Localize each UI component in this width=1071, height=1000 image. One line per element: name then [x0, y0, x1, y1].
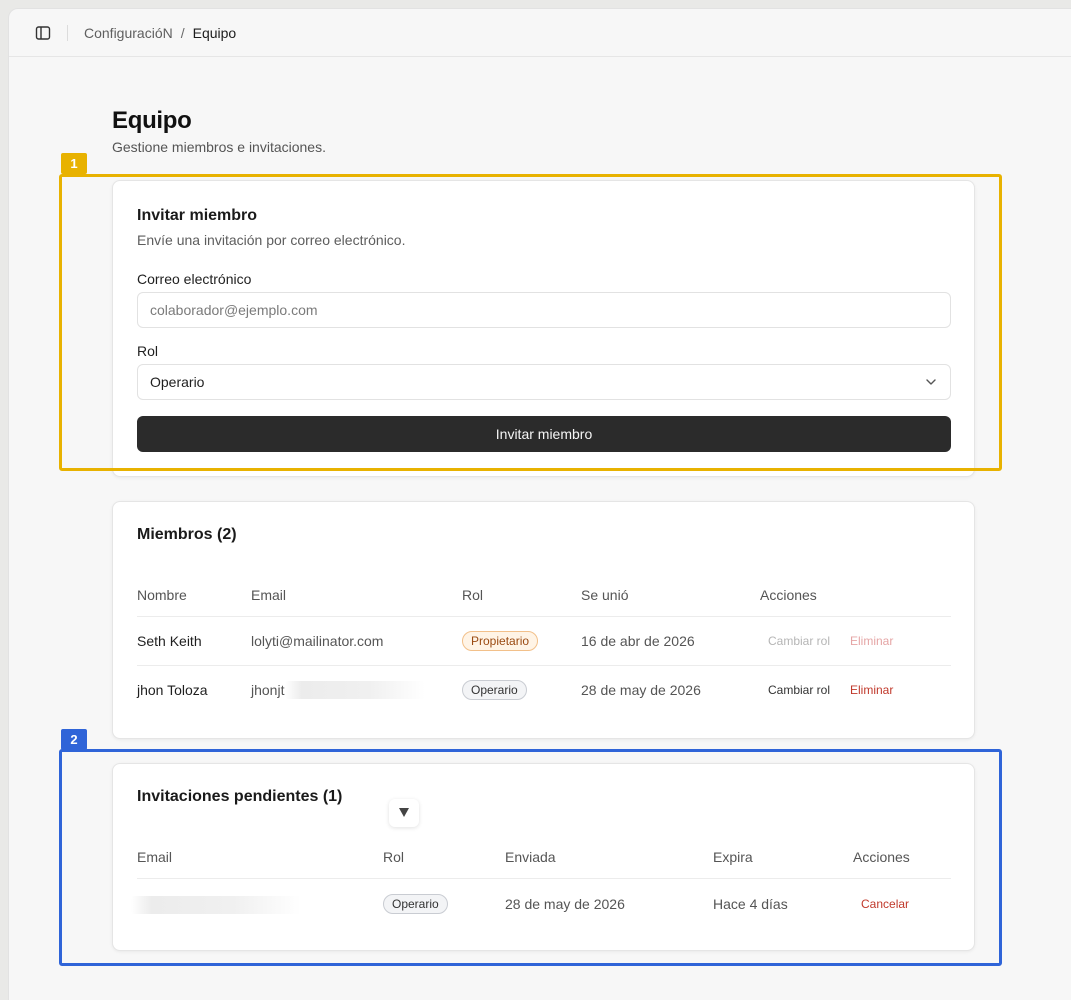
remove-member-button[interactable]: Eliminar	[850, 634, 893, 648]
member-name: Seth Keith	[137, 633, 202, 649]
role-select[interactable]: Operario	[137, 364, 951, 400]
page-subtitle: Gestione miembros e invitaciones.	[112, 139, 326, 155]
redacted-email	[131, 896, 301, 914]
breadcrumb-current: Equipo	[192, 24, 237, 41]
divider	[137, 878, 951, 879]
divider	[137, 616, 951, 617]
breadcrumb-separator: /	[180, 24, 185, 41]
cursor-icon	[389, 799, 419, 827]
divider	[67, 24, 68, 41]
members-card: Miembros (2) Nombre Email Rol Se unió Ac…	[112, 501, 975, 739]
member-email: jhonjt	[251, 682, 285, 698]
column-header-email: Email	[137, 849, 173, 865]
invite-subtitle: Envíe una invitación por correo electrón…	[137, 232, 406, 248]
top-bar: ConfiguracióN / Equipo	[9, 9, 1071, 57]
invite-title: Invitar miembro	[137, 207, 258, 224]
column-header-sent: Enviada	[505, 849, 556, 865]
pending-invitations-card: Invitaciones pendientes (1) Email Rol En…	[112, 763, 975, 951]
annotation-label-2: 2	[61, 729, 87, 750]
role-select-value: Operario	[150, 374, 205, 390]
invite-member-button[interactable]: Invitar miembro	[137, 416, 951, 452]
column-header-role: Rol	[462, 587, 484, 603]
chevron-down-icon	[926, 379, 936, 385]
annotation-label-1: 1	[61, 153, 87, 174]
email-field[interactable]	[137, 292, 951, 328]
column-header-joined: Se unió	[581, 587, 629, 603]
column-header-name: Nombre	[137, 587, 187, 603]
page-title: Equipo	[112, 107, 192, 134]
breadcrumb: ConfiguracióN / Equipo	[84, 25, 236, 41]
role-badge: Operario	[462, 680, 527, 700]
role-badge: Propietario	[462, 631, 539, 651]
change-role-button[interactable]: Cambiar rol	[768, 683, 830, 697]
breadcrumb-parent[interactable]: ConfiguracióN	[84, 25, 173, 41]
sidebar-toggle-icon[interactable]	[33, 23, 53, 43]
remove-member-button[interactable]: Eliminar	[850, 683, 893, 697]
member-email: lolyti@mailinator.com	[251, 633, 384, 649]
invite-card: Invitar miembro Envíe una invitación por…	[112, 180, 975, 477]
member-joined: 16 de abr de 2026	[581, 633, 695, 649]
role-label: Rol	[137, 343, 159, 359]
invitation-expires: Hace 4 días	[713, 896, 788, 912]
invitations-title: Invitaciones pendientes (1)	[137, 788, 343, 805]
role-badge: Operario	[383, 894, 448, 914]
app-window: ConfiguracióN / Equipo Equipo Gestione m…	[8, 8, 1071, 1000]
redacted-overlay	[285, 681, 425, 699]
cancel-invitation-button[interactable]: Cancelar	[861, 897, 909, 911]
member-joined: 28 de may de 2026	[581, 682, 701, 698]
column-header-email: Email	[251, 587, 287, 603]
invitation-sent: 28 de may de 2026	[505, 896, 625, 912]
change-role-button[interactable]: Cambiar rol	[768, 634, 830, 648]
email-label: Correo electrónico	[137, 271, 252, 287]
column-header-actions: Acciones	[853, 849, 910, 865]
column-header-role: Rol	[383, 849, 405, 865]
column-header-actions: Acciones	[760, 587, 817, 603]
members-title: Miembros (2)	[137, 526, 237, 543]
divider	[137, 665, 951, 666]
column-header-expires: Expira	[713, 849, 753, 865]
member-name: jhon Toloza	[137, 682, 208, 698]
